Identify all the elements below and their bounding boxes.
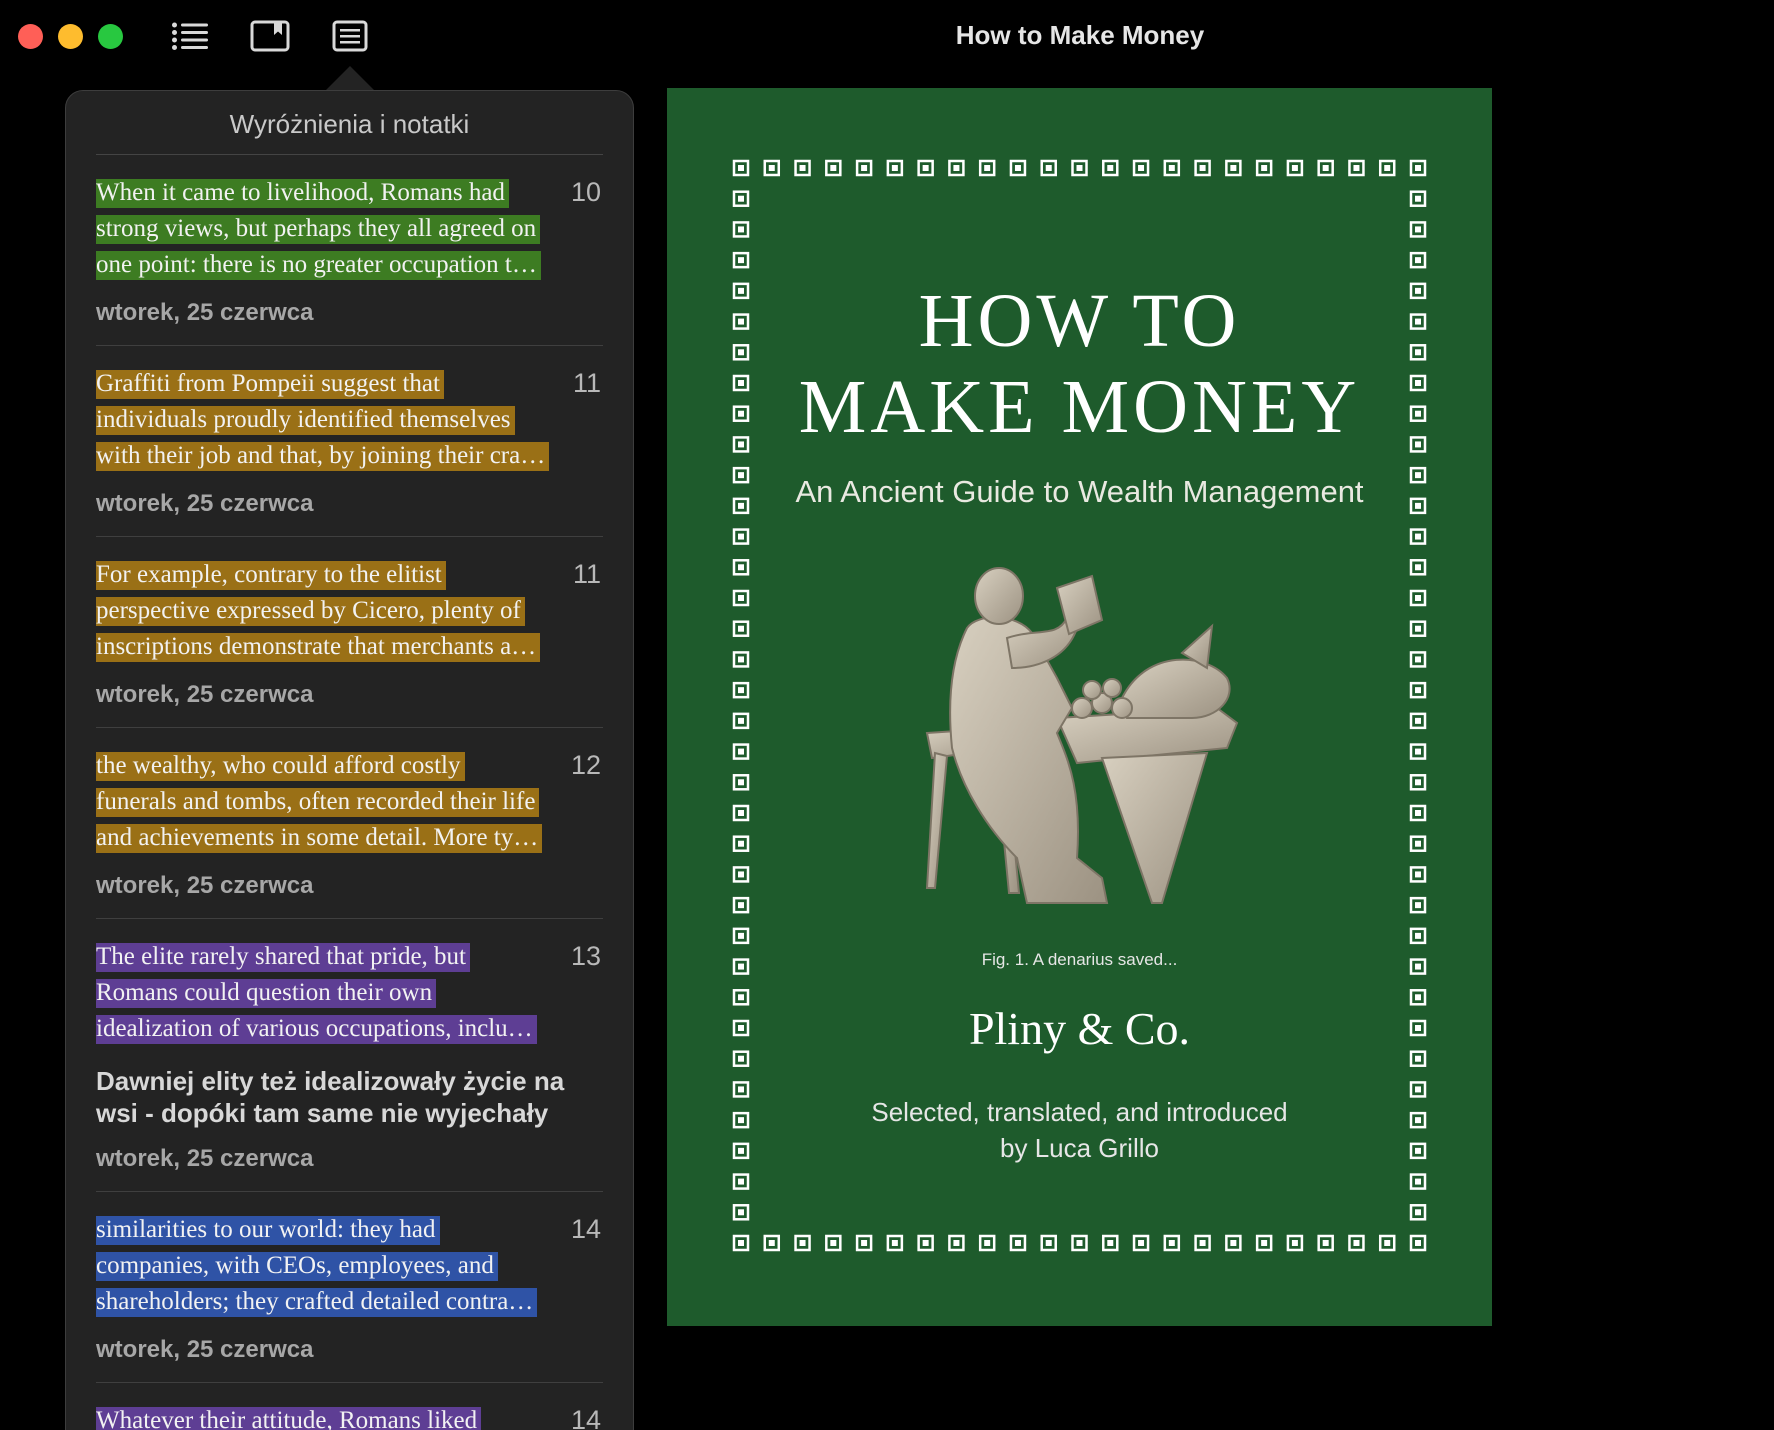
highlights-and-notes-button[interactable] bbox=[328, 16, 372, 56]
highlight-excerpt: When it came to livelihood, Romans had st… bbox=[96, 175, 566, 283]
highlight-note-item[interactable]: Whatever their attitude, Romans likedmon… bbox=[96, 1383, 603, 1430]
highlight-excerpt: For example, contrary to the elitist pers… bbox=[96, 557, 566, 665]
highlight-line: and achievements in some detail. More ty… bbox=[96, 824, 543, 853]
note-date: wtorek, 25 czerwca bbox=[96, 1145, 314, 1172]
page-number: 12 bbox=[570, 750, 601, 780]
close-window-button[interactable] bbox=[18, 24, 43, 49]
highlight-note-item[interactable]: similarities to our world: they had compa… bbox=[96, 1192, 603, 1383]
highlight-line: strong views, but perhaps they all agree… bbox=[96, 215, 541, 244]
notes-list: When it came to livelihood, Romans had st… bbox=[96, 155, 603, 1430]
page-number: 11 bbox=[572, 559, 601, 589]
bookmarks-button[interactable] bbox=[248, 16, 292, 56]
highlight-excerpt: Whatever their attitude, Romans likedmon… bbox=[96, 1403, 566, 1430]
page-number: 13 bbox=[570, 941, 601, 971]
highlight-line: companies, with CEOs, employees, and bbox=[96, 1252, 498, 1281]
book-cover: HOW TO MAKE MONEY An Ancient Guide to We… bbox=[667, 88, 1492, 1326]
title-bar: How to Make Money bbox=[0, 0, 1774, 72]
highlight-line: Graffiti from Pompeii suggest that bbox=[96, 370, 444, 399]
highlight-line: Romans could question their own bbox=[96, 979, 437, 1008]
highlights-notes-popover: Wyróżnienia i notatki When it came to li… bbox=[65, 90, 634, 1430]
highlight-line: perspective expressed by Cicero, plenty … bbox=[96, 597, 525, 626]
cover-title-line: MAKE MONEY bbox=[798, 365, 1361, 449]
zoom-window-button[interactable] bbox=[98, 24, 123, 49]
cover-title: HOW TO MAKE MONEY bbox=[667, 278, 1492, 450]
list-icon bbox=[172, 22, 208, 50]
books-window: How to Make Money Wyróżnienia i notatki … bbox=[0, 0, 1774, 1430]
table-of-contents-button[interactable] bbox=[168, 16, 212, 56]
highlight-note-item[interactable]: For example, contrary to the elitist pers… bbox=[96, 537, 603, 728]
note-date: wtorek, 25 czerwca bbox=[96, 681, 314, 708]
highlight-line: The elite rarely shared that pride, but bbox=[96, 943, 470, 972]
window-title: How to Make Money bbox=[955, 20, 1205, 50]
cover-subtitle: An Ancient Guide to Wealth Management bbox=[795, 474, 1364, 509]
highlight-line: the wealthy, who could afford costly bbox=[96, 752, 465, 781]
highlight-note-item[interactable]: Graffiti from Pompeii suggest that indivi… bbox=[96, 346, 603, 537]
cover-credit: Selected, translated, and introduced by … bbox=[667, 1094, 1492, 1166]
page-number: 14 bbox=[570, 1405, 601, 1430]
highlight-line: Whatever their attitude, Romans liked bbox=[96, 1407, 482, 1430]
highlight-line: inscriptions demonstrate that merchants … bbox=[96, 633, 541, 662]
minimize-window-button[interactable] bbox=[58, 24, 83, 49]
note-text: Dawniej elity też idealizowały życie na … bbox=[96, 1066, 565, 1128]
seated-roman-figure-illustration bbox=[925, 567, 1239, 904]
page-number: 11 bbox=[572, 368, 601, 398]
cover-author: Pliny & Co. bbox=[968, 1003, 1191, 1054]
highlight-line: individuals proudly identified themselve… bbox=[96, 406, 515, 435]
highlight-line: with their job and that, by joining thei… bbox=[96, 442, 550, 471]
highlight-line: idealization of various occupations, inc… bbox=[96, 1015, 537, 1044]
highlight-line: funerals and tombs, often recorded their… bbox=[96, 788, 540, 817]
highlight-note-item[interactable]: the wealthy, who could afford costly fune… bbox=[96, 728, 603, 919]
highlight-line: similarities to our world: they had bbox=[96, 1216, 440, 1245]
bookmark-icon bbox=[250, 20, 290, 52]
highlight-note-item[interactable]: The elite rarely shared that pride, but R… bbox=[96, 919, 603, 1192]
cover-credit-line: Selected, translated, and introduced bbox=[871, 1097, 1288, 1127]
highlight-excerpt: similarities to our world: they had compa… bbox=[96, 1212, 566, 1320]
note-date: wtorek, 25 czerwca bbox=[96, 872, 314, 899]
notes-icon bbox=[332, 20, 368, 52]
popover-arrow bbox=[324, 66, 376, 92]
highlight-excerpt: The elite rarely shared that pride, but R… bbox=[96, 939, 566, 1047]
highlight-line: For example, contrary to the elitist bbox=[96, 561, 446, 590]
popover-title: Wyróżnienia i notatki bbox=[229, 109, 470, 139]
page-number: 10 bbox=[570, 177, 601, 207]
highlight-line: When it came to livelihood, Romans had bbox=[96, 179, 509, 208]
note-date: wtorek, 25 czerwca bbox=[96, 299, 314, 326]
highlight-line: one point: there is no greater occupatio… bbox=[96, 251, 541, 280]
highlight-excerpt: the wealthy, who could afford costly fune… bbox=[96, 748, 566, 856]
note-date: wtorek, 25 czerwca bbox=[96, 1336, 314, 1363]
cover-credit-line: by Luca Grillo bbox=[1000, 1133, 1159, 1163]
highlight-note-item[interactable]: When it came to livelihood, Romans had st… bbox=[96, 155, 603, 346]
cover-caption: Fig. 1. A denarius saved... bbox=[981, 950, 1178, 969]
highlight-excerpt: Graffiti from Pompeii suggest that indivi… bbox=[96, 366, 566, 474]
note-date: wtorek, 25 czerwca bbox=[96, 490, 314, 517]
highlight-line: shareholders; they crafted detailed cont… bbox=[96, 1288, 538, 1317]
page-number: 14 bbox=[570, 1214, 601, 1244]
cover-title-line: HOW TO bbox=[918, 279, 1241, 363]
